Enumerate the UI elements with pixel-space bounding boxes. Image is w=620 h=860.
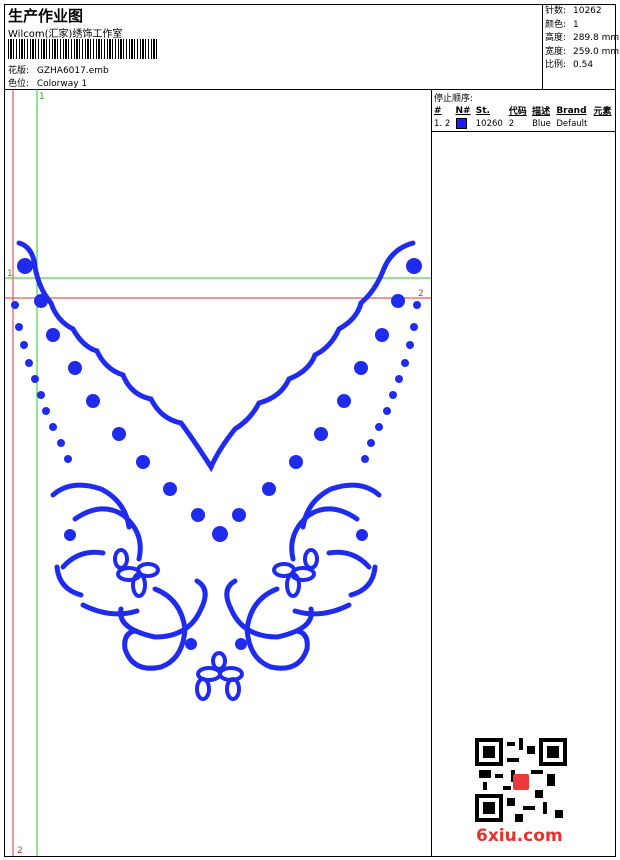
stop-sequence-table: # N# St. 代码 描述 Brand 元素 1. 2 10260 2 Blu… <box>432 104 615 130</box>
stats-panel: 针数: 10262 颜色: 1 高度: 289.8 mm 宽度: 259.0 mm 比例… <box>542 5 620 89</box>
table-header-row: # N# St. 代码 描述 Brand 元素 <box>432 104 615 118</box>
necklace-design <box>16 240 416 671</box>
embroidery-preview: 1 1 2 2 <box>5 89 431 856</box>
guide-label-h2: 2 <box>418 289 424 299</box>
guide-label-v2: 2 <box>17 846 23 856</box>
table-row: 1. 2 10260 2 Blue Default <box>434 118 588 129</box>
col-num: # <box>434 105 442 116</box>
colorway-name: Colorway 1 <box>36 79 88 89</box>
page-title: 生产作业图 <box>8 7 84 25</box>
collar-border <box>16 240 416 473</box>
design-canvas: 1 1 2 2 <box>5 89 432 856</box>
stat-width: 宽度: 259.0 mm <box>545 46 620 57</box>
design-file-name: GZHA6017.emb <box>36 66 109 76</box>
col-element: 元素 <box>593 107 612 117</box>
color-swatch <box>455 118 467 129</box>
watermark: 6xiu.com <box>476 826 563 846</box>
col-brand: Brand <box>556 105 587 116</box>
flowers <box>113 548 319 701</box>
stop-sequence-caption: 停止顺序: <box>434 94 474 104</box>
col-code: 代码 <box>508 107 527 117</box>
design-label: 花版: <box>8 66 30 76</box>
barcode <box>8 39 158 59</box>
col-desc: 描述 <box>532 107 551 117</box>
col-n: N# <box>455 105 471 116</box>
studio-name: Wilcom(汇家)绣饰工作室 <box>8 29 123 40</box>
guide-label-v1: 1 <box>39 92 45 102</box>
stat-colors: 颜色: 1 <box>545 19 579 30</box>
star-dots <box>11 301 421 650</box>
colorway-row: 色位: Colorway 1 <box>8 76 87 89</box>
panel-divider <box>432 131 615 132</box>
header: 生产作业图 Wilcom(汇家)绣饰工作室 花版: GZHA6017.emb 色… <box>5 5 620 90</box>
color-label: 色位: <box>8 79 30 89</box>
stat-stitches: 针数: 10262 <box>545 6 602 16</box>
guide-label-h1: 1 <box>7 269 13 279</box>
qr-code <box>475 738 567 822</box>
design-file-row: 花版: GZHA6017.emb <box>8 63 109 76</box>
stat-height: 高度: 289.8 mm <box>545 33 620 43</box>
col-stitches: St. <box>475 105 490 116</box>
stat-scale: 比例: 0.54 <box>545 60 594 70</box>
production-sheet: 生产作业图 Wilcom(汇家)绣饰工作室 花版: GZHA6017.emb 色… <box>4 4 620 857</box>
